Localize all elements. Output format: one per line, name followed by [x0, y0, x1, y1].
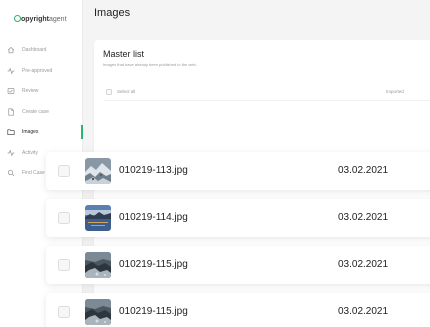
row-imported-date: 03.02.2021 [338, 212, 389, 223]
sidebar-item-pre-approved[interactable]: Pre-approved [0, 61, 82, 82]
document-icon [7, 108, 15, 116]
sidebar-item-label: Pre-approved [22, 67, 53, 74]
review-icon [7, 87, 15, 95]
home-icon [7, 46, 15, 54]
copyright-agent-logo[interactable]: opyrightagent [14, 15, 67, 23]
app-window: opyrightagent Dashboard Pre-approved Rev… [0, 0, 430, 327]
lake-sunset-thumbnail [85, 205, 111, 231]
logo-text-light: agent [49, 16, 67, 23]
row-imported-date: 03.02.2021 [338, 259, 389, 270]
activity-icon [7, 67, 15, 75]
sidebar-item-create-case[interactable]: Create case [0, 102, 82, 123]
sidebar-item-label: Review [22, 88, 39, 95]
page-title: Images [94, 7, 131, 19]
rocky-shore-thumbnail [85, 252, 111, 278]
image-row[interactable]: 010219-115.jpg 03.02.2021 [46, 293, 430, 327]
rocky-shore-thumbnail [85, 299, 111, 325]
row-imported-date: 03.02.2021 [338, 165, 389, 176]
select-all-label[interactable]: Select all [117, 89, 135, 94]
sidebar-item-dashboard[interactable]: Dashboard [0, 40, 82, 61]
activity-icon [7, 149, 15, 157]
row-filename: 010219-113.jpg [119, 165, 188, 176]
master-list-subtitle: Images that have already been published … [103, 62, 197, 67]
image-row[interactable]: 010219-113.jpg 03.02.2021 [46, 152, 430, 190]
search-icon [7, 169, 15, 177]
select-all-checkbox[interactable] [106, 89, 112, 95]
master-list-header: Select all Imported [104, 89, 430, 97]
logo-text-bold: opyright [21, 16, 49, 23]
master-list-title: Master list [103, 49, 145, 59]
imported-column-header[interactable]: Imported [386, 89, 404, 94]
folder-icon [7, 128, 15, 136]
row-filename: 010219-115.jpg [119, 306, 188, 317]
row-checkbox[interactable] [58, 212, 70, 224]
sidebar-item-label: Create case [22, 108, 49, 115]
sidebar-item-label: Images [22, 129, 39, 136]
row-filename: 010219-115.jpg [119, 259, 188, 270]
row-filename: 010219-114.jpg [119, 212, 188, 223]
row-imported-date: 03.02.2021 [338, 306, 389, 317]
sidebar-item-label: Dashboard [22, 47, 47, 54]
row-checkbox[interactable] [58, 306, 70, 318]
image-row[interactable]: 010219-115.jpg 03.02.2021 [46, 246, 430, 284]
row-checkbox[interactable] [58, 165, 70, 177]
sidebar-item-images[interactable]: Images [0, 122, 83, 143]
sidebar-item-review[interactable]: Review [0, 81, 82, 102]
logo-c-mark [14, 15, 21, 22]
sidebar-item-label: Activity [22, 149, 38, 156]
snow-mountain-thumbnail [85, 158, 111, 184]
row-checkbox[interactable] [58, 259, 70, 271]
image-row[interactable]: 010219-114.jpg 03.02.2021 [46, 199, 430, 237]
divider [104, 100, 430, 101]
sidebar-item-label: Find Case [22, 170, 45, 177]
